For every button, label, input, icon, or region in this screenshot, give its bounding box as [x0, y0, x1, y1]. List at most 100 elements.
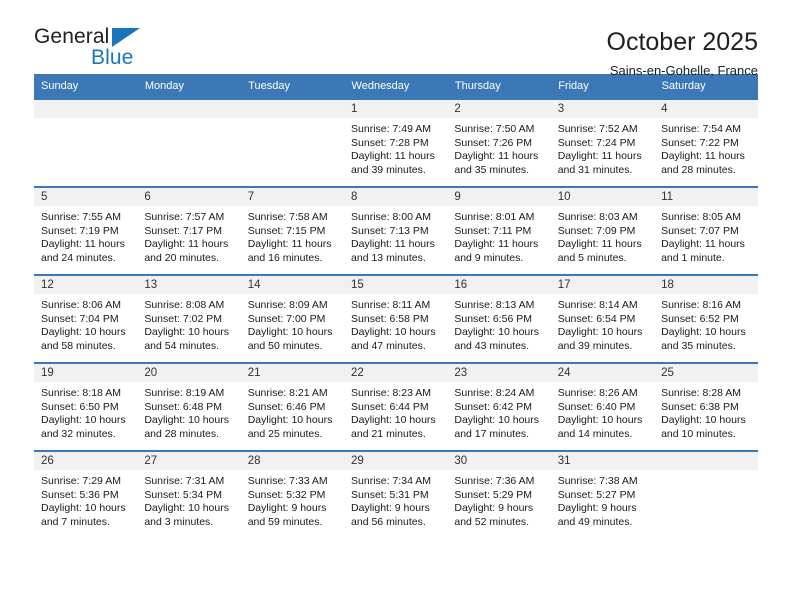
day-details: Sunrise: 7:31 AM Sunset: 5:34 PM Daylight:…: [137, 470, 240, 529]
daylight-duration-line2: and 16 minutes.: [247, 251, 323, 264]
calendar-day-cell[interactable]: 24 Sunrise: 8:26 AM Sunset: 6:40 PM Dayligh…: [550, 362, 655, 451]
daylight-duration-line2: and 14 minutes.: [557, 427, 633, 440]
daylight-duration-line1: Daylight: 11 hours: [557, 238, 642, 251]
calendar-day-cell[interactable]: 23 Sunrise: 8:24 AM Sunset: 6:42 PM Dayligh…: [447, 362, 551, 451]
calendar-day-cell[interactable]: 17 Sunrise: 8:14 AM Sunset: 6:54 PM Dayligh…: [550, 274, 655, 363]
sunset-time: Sunset: 7:11 PM: [454, 224, 532, 237]
calendar-cell-inner: [137, 100, 241, 186]
calendar-day-cell[interactable]: 20 Sunrise: 8:19 AM Sunset: 6:48 PM Dayligh…: [137, 362, 241, 451]
daylight-duration-line1: Daylight: 9 hours: [454, 502, 534, 515]
sunset-time: Sunset: 5:34 PM: [144, 488, 222, 501]
calendar-cell-inner: 13 Sunrise: 8:08 AM Sunset: 7:02 PM Dayligh…: [137, 276, 241, 362]
calendar-cell-inner: [240, 100, 345, 186]
sunrise-time: Sunrise: 7:58 AM: [247, 211, 328, 223]
calendar-cell-inner: 24 Sunrise: 8:26 AM Sunset: 6:40 PM Dayligh…: [550, 364, 655, 450]
calendar-cell-inner: 2 Sunrise: 7:50 AM Sunset: 7:26 PM Daylight…: [447, 100, 551, 186]
calendar-day-cell[interactable]: 19 Sunrise: 8:18 AM Sunset: 6:50 PM Dayligh…: [34, 362, 138, 451]
calendar-day-cell[interactable]: 18 Sunrise: 8:16 AM Sunset: 6:52 PM Dayligh…: [654, 274, 758, 363]
sunrise-time: Sunrise: 8:11 AM: [351, 299, 431, 311]
daylight-duration-line1: Daylight: 11 hours: [661, 150, 745, 163]
sunrise-time: Sunrise: 8:21 AM: [247, 387, 328, 399]
sunrise-time: Sunrise: 8:01 AM: [454, 211, 535, 223]
weekday-header-wednesday: Wednesday: [344, 74, 448, 99]
calendar-day-cell[interactable]: 12 Sunrise: 8:06 AM Sunset: 7:04 PM Dayligh…: [34, 274, 138, 363]
day-details: Sunrise: 8:28 AM Sunset: 6:38 PM Daylight:…: [654, 382, 757, 441]
calendar-day-cell[interactable]: 13 Sunrise: 8:08 AM Sunset: 7:02 PM Dayligh…: [137, 274, 241, 363]
sunset-time: Sunset: 7:00 PM: [247, 312, 326, 325]
calendar-day-cell[interactable]: 11 Sunrise: 8:05 AM Sunset: 7:07 PM Dayligh…: [654, 186, 758, 275]
calendar-day-cell[interactable]: 3 Sunrise: 7:52 AM Sunset: 7:24 PM Daylight…: [550, 98, 655, 187]
sunrise-time: Sunrise: 7:38 AM: [557, 475, 638, 487]
calendar-day-cell[interactable]: 7 Sunrise: 7:58 AM Sunset: 7:15 PM Daylight…: [240, 186, 345, 275]
day-number: 12: [34, 276, 138, 294]
calendar-day-cell[interactable]: 4 Sunrise: 7:54 AM Sunset: 7:22 PM Daylight…: [654, 98, 758, 187]
sunrise-time: Sunrise: 7:54 AM: [661, 123, 742, 135]
sunset-time: Sunset: 5:29 PM: [454, 488, 533, 501]
sunrise-time: Sunrise: 8:03 AM: [557, 211, 638, 223]
calendar-day-cell[interactable]: 31 Sunrise: 7:38 AM Sunset: 5:27 PM Dayligh…: [550, 450, 655, 539]
day-details: Sunrise: 8:24 AM Sunset: 6:42 PM Daylight:…: [447, 382, 550, 441]
calendar-day-cell[interactable]: 26 Sunrise: 7:29 AM Sunset: 5:36 PM Dayligh…: [34, 450, 138, 539]
weekday-header-thursday: Thursday: [447, 74, 552, 99]
calendar-cell-empty: [654, 450, 758, 539]
calendar-day-cell[interactable]: 14 Sunrise: 8:09 AM Sunset: 7:00 PM Dayligh…: [240, 274, 345, 363]
calendar-day-cell[interactable]: 15 Sunrise: 8:11 AM Sunset: 6:58 PM Dayligh…: [344, 274, 448, 363]
daylight-duration-line2: and 49 minutes.: [557, 515, 633, 528]
daylight-duration-line2: and 20 minutes.: [144, 251, 220, 264]
daylight-duration-line2: and 5 minutes.: [557, 251, 627, 264]
day-number: 7: [240, 188, 345, 206]
calendar-day-cell[interactable]: 1 Sunrise: 7:49 AM Sunset: 7:28 PM Daylight…: [344, 98, 448, 187]
calendar-day-cell[interactable]: 21 Sunrise: 8:21 AM Sunset: 6:46 PM Dayligh…: [240, 362, 345, 451]
day-number: 10: [550, 188, 655, 206]
calendar-day-cell[interactable]: 28 Sunrise: 7:33 AM Sunset: 5:32 PM Dayligh…: [240, 450, 345, 539]
day-details: Sunrise: 7:54 AM Sunset: 7:22 PM Daylight:…: [654, 118, 757, 177]
weekday-header-saturday: Saturday: [654, 74, 759, 99]
daylight-duration-line2: and 35 minutes.: [661, 339, 736, 352]
sunset-time: Sunset: 7:09 PM: [557, 224, 636, 237]
sunset-time: Sunset: 6:52 PM: [661, 312, 739, 325]
calendar-cell-inner: 17 Sunrise: 8:14 AM Sunset: 6:54 PM Dayligh…: [550, 276, 655, 362]
triangle-icon: [112, 28, 140, 47]
calendar-day-cell[interactable]: 22 Sunrise: 8:23 AM Sunset: 6:44 PM Dayligh…: [344, 362, 448, 451]
day-details: Sunrise: 8:18 AM Sunset: 6:50 PM Daylight:…: [34, 382, 137, 441]
day-details: Sunrise: 7:58 AM Sunset: 7:15 PM Daylight:…: [241, 206, 344, 265]
sunset-time: Sunset: 6:46 PM: [247, 400, 326, 413]
calendar-cell-inner: 3 Sunrise: 7:52 AM Sunset: 7:24 PM Daylight…: [550, 100, 655, 186]
calendar-cell-inner: 28 Sunrise: 7:33 AM Sunset: 5:32 PM Dayligh…: [240, 452, 345, 539]
calendar-cell-inner: 5 Sunrise: 7:55 AM Sunset: 7:19 PM Daylight…: [34, 188, 138, 274]
calendar-day-cell[interactable]: 10 Sunrise: 8:03 AM Sunset: 7:09 PM Dayligh…: [550, 186, 655, 275]
daylight-duration-line2: and 31 minutes.: [557, 163, 633, 176]
calendar-cell-inner: 6 Sunrise: 7:57 AM Sunset: 7:17 PM Daylight…: [137, 188, 241, 274]
sunset-time: Sunset: 6:38 PM: [661, 400, 739, 413]
sunrise-time: Sunrise: 7:57 AM: [144, 211, 225, 223]
daylight-duration-line1: Daylight: 10 hours: [41, 326, 126, 339]
day-number: 4: [654, 100, 758, 118]
sunset-time: Sunset: 6:56 PM: [454, 312, 533, 325]
logo-word-general: General: [34, 25, 110, 48]
day-number: 23: [447, 364, 551, 382]
sunset-time: Sunset: 7:24 PM: [557, 136, 636, 149]
calendar-day-cell[interactable]: 2 Sunrise: 7:50 AM Sunset: 7:26 PM Daylight…: [447, 98, 551, 187]
daylight-duration-line1: Daylight: 11 hours: [351, 238, 435, 251]
calendar-day-cell[interactable]: 25 Sunrise: 8:28 AM Sunset: 6:38 PM Dayligh…: [654, 362, 758, 451]
calendar-day-cell[interactable]: 5 Sunrise: 7:55 AM Sunset: 7:19 PM Daylight…: [34, 186, 138, 275]
daylight-duration-line1: Daylight: 10 hours: [144, 414, 229, 427]
calendar-day-cell[interactable]: 30 Sunrise: 7:36 AM Sunset: 5:29 PM Dayligh…: [447, 450, 551, 539]
daylight-duration-line1: Daylight: 9 hours: [557, 502, 637, 515]
weekday-header-sunday: Sunday: [34, 74, 138, 99]
calendar-day-cell[interactable]: 6 Sunrise: 7:57 AM Sunset: 7:17 PM Daylight…: [137, 186, 241, 275]
sunset-time: Sunset: 7:17 PM: [144, 224, 222, 237]
calendar-day-cell[interactable]: 16 Sunrise: 8:13 AM Sunset: 6:56 PM Dayligh…: [447, 274, 551, 363]
daylight-duration-line2: and 3 minutes.: [144, 515, 214, 528]
day-number: 21: [240, 364, 345, 382]
daylight-duration-line1: Daylight: 10 hours: [661, 326, 746, 339]
calendar-day-cell[interactable]: 29 Sunrise: 7:34 AM Sunset: 5:31 PM Dayligh…: [344, 450, 448, 539]
day-details: Sunrise: 7:36 AM Sunset: 5:29 PM Daylight:…: [447, 470, 550, 529]
calendar-day-cell[interactable]: 27 Sunrise: 7:31 AM Sunset: 5:34 PM Dayligh…: [137, 450, 241, 539]
calendar-day-cell[interactable]: 8 Sunrise: 8:00 AM Sunset: 7:13 PM Daylight…: [344, 186, 448, 275]
calendar-cell-inner: 8 Sunrise: 8:00 AM Sunset: 7:13 PM Daylight…: [344, 188, 448, 274]
daylight-duration-line1: Daylight: 11 hours: [144, 238, 229, 251]
calendar-day-cell[interactable]: 9 Sunrise: 8:01 AM Sunset: 7:11 PM Daylight…: [447, 186, 551, 275]
daylight-duration-line1: Daylight: 11 hours: [454, 238, 539, 251]
sunrise-time: Sunrise: 7:29 AM: [41, 475, 121, 487]
